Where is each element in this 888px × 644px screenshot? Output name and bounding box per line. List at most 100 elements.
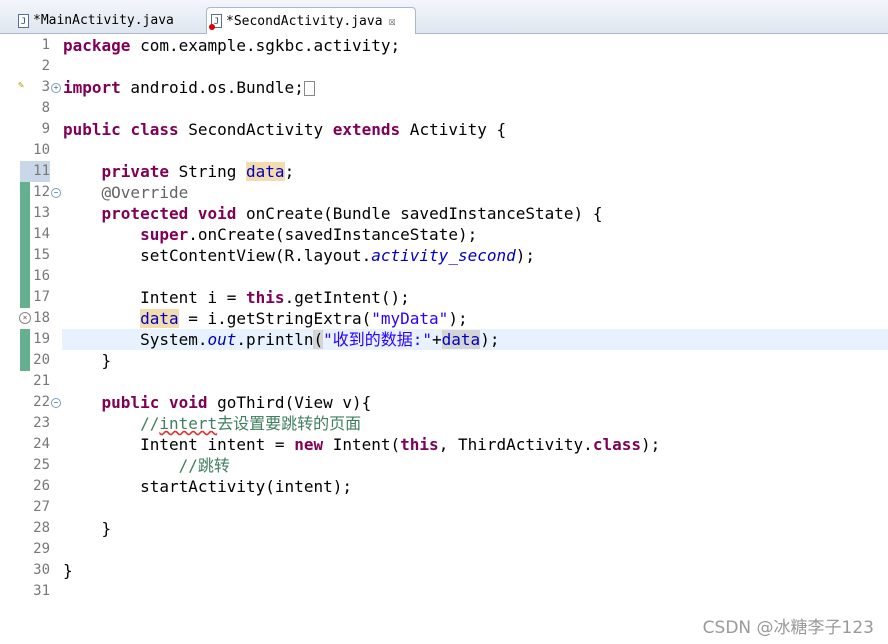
- fold-collapse-icon[interactable]: −: [51, 188, 61, 198]
- code-line: 15 setContentView(R.layout.activity_seco…: [0, 245, 888, 266]
- code-text: , ThirdActivity.: [438, 435, 593, 454]
- static-field: out: [207, 330, 237, 349]
- field-occurrence: data: [441, 330, 481, 349]
- code-line: 2: [0, 56, 888, 77]
- code-line: 20 }: [0, 350, 888, 371]
- line-number: 30: [33, 562, 50, 578]
- keyword: super: [140, 225, 189, 244]
- code-text: Activity {: [400, 120, 507, 139]
- line-number: 21: [33, 373, 50, 389]
- line-number: 23: [33, 415, 50, 431]
- tab-main-activity[interactable]: J *MainActivity.java: [14, 8, 206, 33]
- line-number: 27: [33, 499, 50, 515]
- code-text: = i.getStringExtra(: [178, 309, 372, 328]
- code-text: );: [515, 246, 536, 265]
- code-text: setContentView(R.layout.: [140, 246, 372, 265]
- code-line: 21: [0, 371, 888, 392]
- code-text: Intent(: [323, 435, 401, 454]
- tab-label: *SecondActivity.java: [226, 13, 383, 29]
- line-number: 31: [33, 583, 50, 599]
- code-line-current: 19 System.out.println("收到的数据:"+data);: [0, 329, 888, 350]
- keyword: private: [101, 162, 169, 181]
- line-number: 13: [33, 205, 50, 221]
- line-number: 24: [33, 436, 50, 452]
- annotation: @Override: [101, 183, 189, 202]
- line-number: 22: [33, 394, 50, 410]
- code-line: 28 }: [0, 518, 888, 539]
- line-number: 9: [41, 121, 50, 137]
- static-field: activity_second: [371, 246, 516, 265]
- code-line: 13 protected void onCreate(Bundle savedI…: [0, 203, 888, 224]
- code-line: 30 }: [0, 560, 888, 581]
- keyword: public: [63, 120, 121, 139]
- keyword: public: [101, 393, 160, 412]
- code-line: 11 private String data;: [0, 161, 888, 182]
- code-text: ;: [284, 162, 295, 181]
- line-number: 12: [33, 184, 50, 200]
- comment: //跳转: [178, 456, 230, 475]
- keyword: void: [168, 393, 208, 412]
- fold-collapse-icon[interactable]: −: [51, 398, 61, 408]
- keyword: this: [400, 435, 439, 454]
- line-number: 20: [33, 352, 50, 368]
- code-line: 26 startActivity(intent);: [0, 476, 888, 497]
- spelling-error: intert: [159, 414, 218, 433]
- code-line: 31: [0, 581, 888, 602]
- code-text: com.example.sgkbc.activity;: [130, 36, 401, 55]
- code-line: 29: [0, 539, 888, 560]
- code-text: System.: [140, 330, 208, 349]
- field-occurrence: data: [140, 309, 179, 328]
- line-number: 3: [41, 79, 50, 95]
- code-text: );: [480, 330, 500, 349]
- code-text: .getIntent();: [284, 288, 410, 307]
- code-line: 10: [0, 140, 888, 161]
- code-text: }: [101, 519, 112, 538]
- code-text: +: [432, 330, 442, 349]
- code-editor[interactable]: 1 package com.example.sgkbc.activity; 2 …: [0, 34, 888, 644]
- editor-tab-bar: J *MainActivity.java J *SecondActivity.j…: [0, 0, 888, 34]
- keyword: this: [246, 288, 285, 307]
- line-number: 11: [20, 161, 50, 182]
- code-text: goThird(View v){: [207, 393, 372, 412]
- code-line: 22 − public void goThird(View v){: [0, 392, 888, 413]
- keyword: package: [63, 36, 131, 55]
- line-number: 28: [33, 520, 50, 536]
- watermark: CSDN @冰糖李子123: [702, 618, 874, 638]
- keyword: protected: [101, 204, 189, 223]
- code-line: 8: [0, 98, 888, 119]
- fold-expand-icon[interactable]: +: [51, 83, 61, 93]
- code-line: 9 public class SecondActivity extends Ac…: [0, 119, 888, 140]
- field-occurrence: data: [246, 162, 285, 181]
- tab-second-activity[interactable]: J *SecondActivity.java ☒: [206, 7, 416, 34]
- line-number: 25: [33, 457, 50, 473]
- code-line: 17 Intent i = this.getIntent();: [0, 287, 888, 308]
- line-number: 17: [33, 289, 50, 305]
- line-number: 26: [33, 478, 50, 494]
- code-text: SecondActivity: [178, 120, 333, 139]
- code-text: String: [168, 162, 247, 181]
- code-text: );: [640, 435, 661, 454]
- line-number: 16: [33, 268, 50, 284]
- tab-label: *MainActivity.java: [33, 13, 174, 28]
- line-number: 8: [41, 100, 50, 116]
- keyword: class: [130, 120, 179, 139]
- code-text: }: [101, 351, 112, 370]
- code-line: 16: [0, 266, 888, 287]
- java-file-icon: J: [18, 13, 29, 28]
- string-literal: "myData": [371, 309, 449, 328]
- keyword: extends: [332, 120, 401, 139]
- keyword: void: [197, 204, 237, 223]
- folded-content-icon[interactable]: [303, 81, 315, 96]
- code-line: 1 package com.example.sgkbc.activity;: [0, 35, 888, 56]
- code-line: 23 //intert去设置要跳转的页面: [0, 413, 888, 434]
- keyword: class: [592, 435, 641, 454]
- code-text: .onCreate(savedInstanceState);: [188, 225, 478, 244]
- close-icon[interactable]: ☒: [389, 14, 396, 28]
- code-text: .println: [236, 330, 314, 349]
- string-literal: "收到的数据:": [323, 330, 433, 349]
- code-text: onCreate(Bundle savedInstanceState) {: [236, 204, 603, 223]
- line-number: 18: [33, 310, 50, 326]
- keyword: import: [63, 78, 121, 97]
- code-line: 12 − @Override: [0, 182, 888, 203]
- code-text: android.os.Bundle;: [120, 78, 304, 97]
